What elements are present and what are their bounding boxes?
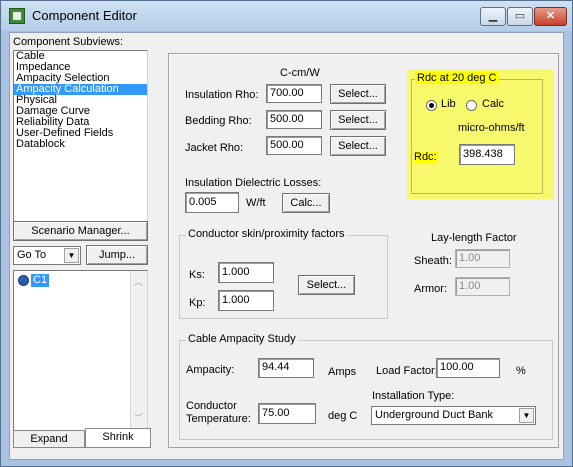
kp-input[interactable]: 1.000 (218, 290, 274, 311)
ampacity-unit: Amps (328, 366, 357, 378)
component-tree[interactable]: C1 ︿ ﹀ (13, 270, 148, 432)
app-icon (9, 8, 25, 24)
subview-item[interactable]: Datablock (14, 139, 147, 150)
rdc-label: Rdc: (414, 151, 437, 163)
scenario-manager-button[interactable]: Scenario Manager... (13, 221, 148, 241)
ampacity-study-group: Cable Ampacity Study Ampacity: 94.44 Amp… (179, 333, 553, 440)
goto-select[interactable]: Go To ▼ (13, 246, 81, 265)
sheath-input: 1.00 (455, 249, 510, 268)
dielectric-losses-label: Insulation Dielectric Losses: (185, 177, 322, 189)
bedding-rho-input[interactable]: 500.00 (266, 110, 322, 129)
tree-scrollbar[interactable]: ︿ ﹀ (130, 271, 147, 431)
jacket-rho-select-button[interactable]: Select... (330, 136, 386, 156)
calc-radio[interactable] (466, 100, 477, 111)
ampacity-input[interactable]: 94.44 (258, 358, 314, 378)
ampacity-label: Ampacity: (186, 364, 235, 376)
rho-unit-label: C-cm/W (280, 67, 320, 79)
subviews-label: Component Subviews: (13, 36, 124, 48)
chevron-down-icon[interactable]: ▼ (519, 408, 534, 423)
jacket-rho-label: Jacket Rho: (185, 142, 244, 154)
kp-label: Kp: (189, 297, 206, 309)
ks-label: Ks: (189, 269, 205, 281)
load-factor-label: Load Factor: (376, 365, 438, 377)
tree-item-c1[interactable]: C1 (31, 274, 50, 287)
shrink-tab[interactable]: Shrink (85, 428, 151, 448)
window-title: Component Editor (32, 8, 137, 23)
lib-radio[interactable] (426, 100, 437, 111)
armor-input: 1.00 (455, 277, 510, 296)
title-bar[interactable]: Component Editor ▁ ▭ ✕ (1, 1, 572, 31)
rdc-input[interactable]: 398.438 (459, 144, 515, 165)
goto-value: Go To (17, 249, 47, 261)
installation-type-label: Installation Type: (372, 390, 455, 402)
jacket-rho-input[interactable]: 500.00 (266, 136, 322, 155)
lay-length-title: Lay-length Factor (431, 232, 517, 244)
ks-input[interactable]: 1.000 (218, 262, 274, 283)
load-factor-unit: % (516, 365, 526, 377)
sheath-label: Sheath: (414, 255, 452, 267)
dielectric-unit-label: W/ft (246, 197, 266, 209)
rdc-unit-label: micro-ohms/ft (458, 122, 525, 134)
client-area: Component Subviews: Cable Impedance Ampaci… (9, 32, 564, 460)
load-factor-input[interactable]: 100.00 (436, 358, 500, 378)
ampacity-calculation-panel: C-cm/W Insulation Rho: 700.00 Select... … (168, 53, 559, 448)
installation-type-select[interactable]: Underground Duct Bank ▼ (371, 406, 536, 425)
armor-label: Armor: (414, 283, 447, 295)
installation-type-value: Underground Duct Bank (375, 409, 494, 421)
expand-tab[interactable]: Expand (13, 430, 85, 448)
lib-radio-label: Lib (441, 98, 456, 110)
insulation-rho-input[interactable]: 700.00 (266, 84, 322, 103)
scroll-down-icon[interactable]: ﹀ (134, 411, 143, 424)
insulation-rho-label: Insulation Rho: (185, 89, 259, 101)
close-button[interactable]: ✕ (534, 7, 567, 26)
bedding-rho-select-button[interactable]: Select... (330, 110, 386, 130)
rdc-title: Rdc at 20 deg C (415, 72, 499, 84)
conductor-temp-label-2: Temperature: (186, 413, 251, 425)
skin-select-button[interactable]: Select... (298, 275, 355, 295)
chevron-down-icon[interactable]: ▼ (64, 248, 79, 263)
skin-proximity-group: Conductor skin/proximity factors Ks: 1.0… (179, 228, 388, 319)
skin-proximity-title: Conductor skin/proximity factors (186, 228, 347, 240)
dielectric-losses-input[interactable]: 0.005 (185, 192, 239, 213)
minimize-button[interactable]: ▁ (480, 7, 506, 26)
calc-radio-label: Calc (482, 98, 505, 110)
maximize-button[interactable]: ▭ (507, 7, 533, 26)
component-editor-window: Component Editor ▁ ▭ ✕ Component Subview… (0, 0, 573, 467)
ampacity-study-title: Cable Ampacity Study (186, 333, 298, 345)
rdc-group: Rdc at 20 deg C Lib Calc micro-ohms/ft R… (411, 72, 543, 194)
cable-icon (18, 275, 29, 286)
conductor-temp-label-1: Conductor (186, 400, 237, 412)
conductor-temp-unit: deg C (328, 410, 358, 422)
subviews-list[interactable]: Cable Impedance Ampacity Selection Ampacity… (13, 50, 148, 230)
jump-button[interactable]: Jump... (86, 245, 148, 265)
insulation-rho-select-button[interactable]: Select... (330, 84, 386, 104)
bedding-rho-label: Bedding Rho: (185, 115, 252, 127)
dielectric-calc-button[interactable]: Calc... (282, 193, 330, 213)
scroll-up-icon[interactable]: ︿ (134, 275, 143, 288)
conductor-temp-input[interactable]: 75.00 (258, 403, 316, 424)
